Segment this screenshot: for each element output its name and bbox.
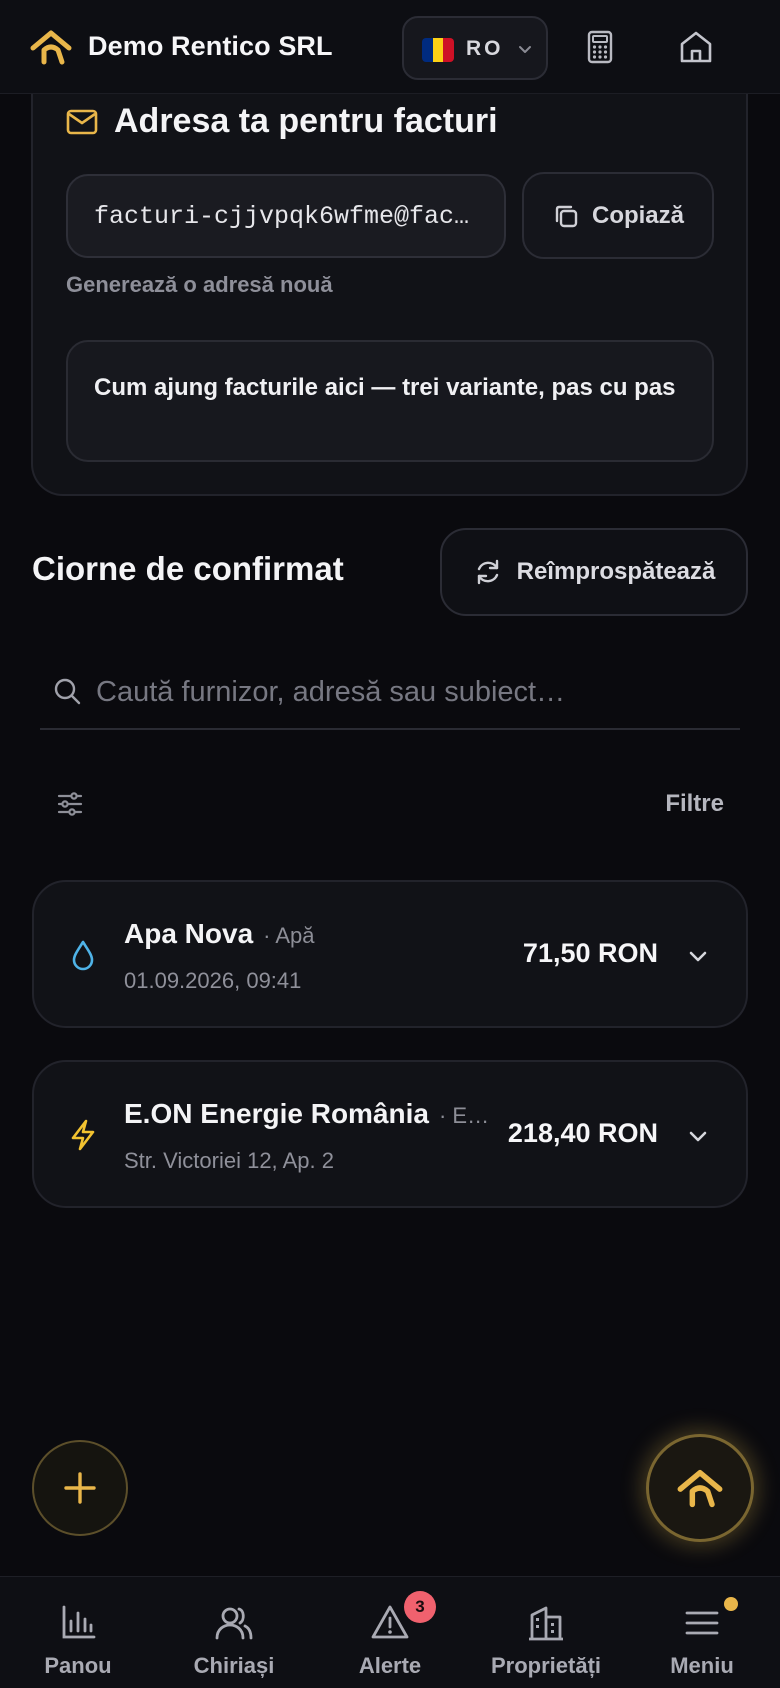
supplier-name: Apa Nova [124,918,254,949]
generate-new-address-link[interactable]: Generează o adresă nouă [66,272,333,298]
invoice-address-title: Adresa ta pentru facturi [114,102,498,140]
company-name: Demo Rentico SRL [88,31,333,61]
search-icon [54,678,81,705]
nav-label: Chiriași [193,1653,275,1678]
drafts-section-title: Ciorne de confirmat [32,550,344,587]
menu-icon [685,1611,719,1635]
plus-icon [64,1472,96,1504]
nav-item-meniu[interactable]: Meniu [624,1577,780,1688]
invoice-email-field[interactable]: facturi-cjjvpqk6wfme@fac… [66,174,506,258]
chevron-down-icon[interactable] [686,944,710,968]
language-code: RO [466,37,504,60]
supplier-name: E.ON Energie România [124,1098,429,1129]
assistant-button[interactable] [646,1434,754,1542]
invoice-email-value: facturi-cjjvpqk6wfme@fac… [94,201,470,231]
home-icon[interactable] [677,28,715,66]
filters-button[interactable]: Filtre [665,790,724,818]
app-header: Demo Rentico SRL RO [0,0,780,94]
nav-item-proprietati[interactable]: Proprietăți [468,1577,624,1688]
chevron-down-icon[interactable] [686,1124,710,1148]
users-icon [215,1607,253,1640]
copy-button-label: Copiază [591,201,684,229]
howto-expander[interactable]: Cum ajung facturile aici — trei variante… [66,340,714,462]
copy-button[interactable]: Copiază [522,172,714,259]
bill-subtitle: Str. Victoriei 12, Ap. 2 [124,1148,334,1173]
nav-label: Proprietăți [490,1653,602,1678]
nav-label: Meniu [670,1653,734,1678]
nav-item-panou[interactable]: Panou [0,1577,156,1688]
sliders-icon[interactable] [56,790,84,818]
nav-item-alerte[interactable]: 3 Alerte [312,1577,468,1688]
draft-bill-item[interactable]: Apa Nova · Apă 01.09.2026, 09:41 71,50 RO… [32,880,748,1028]
copy-icon [555,205,578,227]
nav-label: Alerte [358,1653,422,1678]
chart-icon [62,1605,96,1639]
bill-subtitle: 01.09.2026, 09:41 [124,968,302,993]
search-input[interactable] [96,668,726,716]
bill-amount: 71,50 RON [522,938,658,968]
draft-bill-item[interactable]: E.ON Energie România · E… Str. Victoriei … [32,1060,748,1208]
romania-flag-icon [422,38,454,62]
calculator-icon[interactable] [581,28,619,66]
lightning-icon [71,1119,95,1151]
bottom-navigation: Panou Chiriași 3 Alerte Proprietăți Meni… [0,1576,780,1688]
nav-label: Panou [44,1653,112,1678]
water-drop-icon [72,940,94,971]
building-icon [529,1606,563,1641]
language-selector[interactable]: RO [402,16,548,80]
rentico-logo-icon [677,1469,723,1508]
mail-icon [66,109,98,135]
alert-count-badge: 3 [404,1591,436,1623]
refresh-button-label: Reîmprospătează [516,558,716,585]
refresh-icon [477,559,498,585]
rentico-logo-icon[interactable] [30,28,72,66]
chevron-down-icon [519,46,531,53]
notification-dot [724,1597,738,1611]
nav-item-chiriasi[interactable]: Chiriași [156,1577,312,1688]
bill-category: · E… [438,1103,490,1128]
bill-category: · Apă [263,923,315,948]
refresh-button[interactable]: Reîmprospătează [440,528,748,616]
search-bar [40,660,740,730]
bill-amount: 218,40 RON [507,1118,658,1148]
add-button[interactable] [32,1440,128,1536]
